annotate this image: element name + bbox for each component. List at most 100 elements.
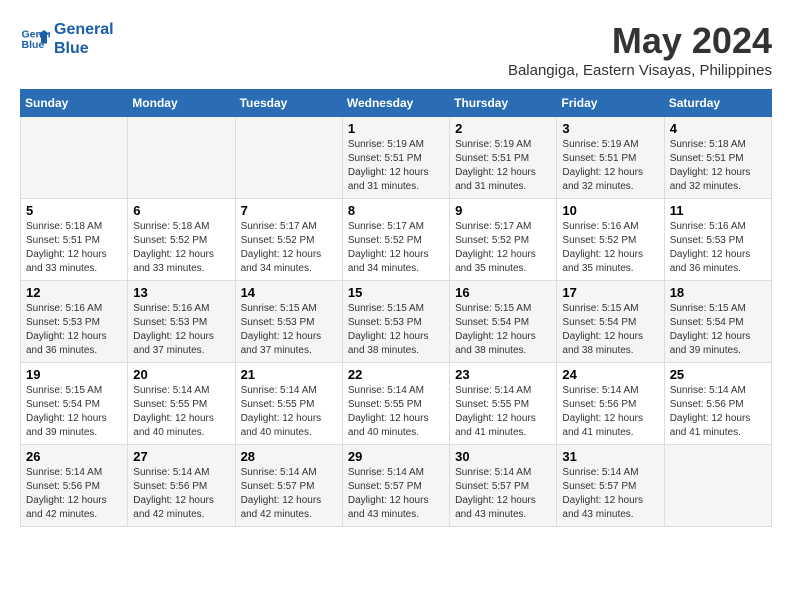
month-title: May 2024: [508, 20, 772, 62]
day-number: 15: [348, 285, 444, 300]
day-number: 28: [241, 449, 337, 464]
calendar-cell: 4Sunrise: 5:18 AMSunset: 5:51 PMDaylight…: [664, 117, 771, 199]
calendar-week-3: 12 Sunrise: 5:16 AMSunset: 5:53 PMDayligh…: [21, 281, 772, 363]
day-info: Sunrise: 5:14 AMSunset: 5:56 PMDaylight:…: [670, 384, 766, 440]
title-area: May 2024 Balangiga, Eastern Visayas, Phi…: [508, 20, 772, 79]
column-header-tuesday: Tuesday: [235, 90, 342, 117]
calendar-cell: 1Sunrise: 5:19 AMSunset: 5:51 PMDaylight…: [342, 117, 449, 199]
day-number: 14: [241, 285, 337, 300]
calendar-cell: 26 Sunrise: 5:14 AMSunset: 5:56 PMDayligh…: [21, 445, 128, 527]
day-info: Sunrise: 5:15 AMSunset: 5:53 PMDaylight:…: [241, 302, 337, 358]
day-number: 27: [133, 449, 229, 464]
day-number: 19: [26, 367, 122, 382]
calendar-cell: [21, 117, 128, 199]
day-info: Sunrise: 5:15 AMSunset: 5:53 PMDaylight:…: [348, 302, 444, 358]
calendar-week-1: 1Sunrise: 5:19 AMSunset: 5:51 PMDaylight…: [21, 117, 772, 199]
column-header-wednesday: Wednesday: [342, 90, 449, 117]
calendar-cell: 5 Sunrise: 5:18 AMSunset: 5:51 PMDaylight…: [21, 199, 128, 281]
day-number: 29: [348, 449, 444, 464]
calendar-cell: 12 Sunrise: 5:16 AMSunset: 5:53 PMDayligh…: [21, 281, 128, 363]
column-header-friday: Friday: [557, 90, 664, 117]
day-number: 7: [241, 203, 337, 218]
day-info: Sunrise: 5:15 AMSunset: 5:54 PMDaylight:…: [562, 302, 658, 358]
location-subtitle: Balangiga, Eastern Visayas, Philippines: [508, 62, 772, 79]
day-info: Sunrise: 5:14 AMSunset: 5:56 PMDaylight:…: [26, 466, 122, 522]
calendar-cell: 7 Sunrise: 5:17 AMSunset: 5:52 PMDaylight…: [235, 199, 342, 281]
day-number: 11: [670, 203, 766, 218]
day-info: Sunrise: 5:14 AMSunset: 5:57 PMDaylight:…: [455, 466, 551, 522]
day-number: 18: [670, 285, 766, 300]
calendar-week-2: 5 Sunrise: 5:18 AMSunset: 5:51 PMDaylight…: [21, 199, 772, 281]
calendar-cell: 16 Sunrise: 5:15 AMSunset: 5:54 PMDayligh…: [450, 281, 557, 363]
calendar-cell: 30 Sunrise: 5:14 AMSunset: 5:57 PMDayligh…: [450, 445, 557, 527]
calendar-cell: 23Sunrise: 5:14 AMSunset: 5:55 PMDayligh…: [450, 363, 557, 445]
day-number: 31: [562, 449, 658, 464]
calendar-cell: 18Sunrise: 5:15 AMSunset: 5:54 PMDayligh…: [664, 281, 771, 363]
calendar-cell: 14 Sunrise: 5:15 AMSunset: 5:53 PMDayligh…: [235, 281, 342, 363]
day-info: Sunrise: 5:14 AMSunset: 5:56 PMDaylight:…: [562, 384, 658, 440]
calendar-cell: 2Sunrise: 5:19 AMSunset: 5:51 PMDaylight…: [450, 117, 557, 199]
column-header-thursday: Thursday: [450, 90, 557, 117]
day-number: 6: [133, 203, 229, 218]
day-number: 21: [241, 367, 337, 382]
logo: General Blue General Blue: [20, 20, 114, 58]
day-number: 16: [455, 285, 551, 300]
logo-text-blue: Blue: [54, 39, 114, 58]
column-header-sunday: Sunday: [21, 90, 128, 117]
calendar-cell: 25 Sunrise: 5:14 AMSunset: 5:56 PMDayligh…: [664, 363, 771, 445]
day-number: 20: [133, 367, 229, 382]
day-number: 8: [348, 203, 444, 218]
calendar-cell: 13 Sunrise: 5:16 AMSunset: 5:53 PMDayligh…: [128, 281, 235, 363]
page-header: General Blue General Blue May 2024 Balan…: [20, 20, 772, 79]
day-number: 30: [455, 449, 551, 464]
day-info: Sunrise: 5:14 AMSunset: 5:55 PMDaylight:…: [348, 384, 444, 440]
calendar-week-4: 19Sunrise: 5:15 AMSunset: 5:54 PMDayligh…: [21, 363, 772, 445]
day-info: Sunrise: 5:18 AMSunset: 5:51 PMDaylight:…: [26, 220, 122, 276]
calendar-cell: 22 Sunrise: 5:14 AMSunset: 5:55 PMDayligh…: [342, 363, 449, 445]
calendar-cell: 3Sunrise: 5:19 AMSunset: 5:51 PMDaylight…: [557, 117, 664, 199]
calendar-cell: 10Sunrise: 5:16 AMSunset: 5:52 PMDayligh…: [557, 199, 664, 281]
day-info: Sunrise: 5:14 AMSunset: 5:57 PMDaylight:…: [241, 466, 337, 522]
day-info: Sunrise: 5:14 AMSunset: 5:57 PMDaylight:…: [348, 466, 444, 522]
day-number: 23: [455, 367, 551, 382]
day-info: Sunrise: 5:15 AMSunset: 5:54 PMDaylight:…: [455, 302, 551, 358]
day-info: Sunrise: 5:16 AMSunset: 5:53 PMDaylight:…: [26, 302, 122, 358]
calendar-table: SundayMondayTuesdayWednesdayThursdayFrid…: [20, 89, 772, 527]
day-info: Sunrise: 5:14 AMSunset: 5:55 PMDaylight:…: [241, 384, 337, 440]
calendar-cell: 24 Sunrise: 5:14 AMSunset: 5:56 PMDayligh…: [557, 363, 664, 445]
calendar-cell: 21 Sunrise: 5:14 AMSunset: 5:55 PMDayligh…: [235, 363, 342, 445]
calendar-cell: 9Sunrise: 5:17 AMSunset: 5:52 PMDaylight…: [450, 199, 557, 281]
calendar-cell: 17 Sunrise: 5:15 AMSunset: 5:54 PMDayligh…: [557, 281, 664, 363]
calendar-cell: [128, 117, 235, 199]
day-number: 4: [670, 121, 766, 136]
day-number: 17: [562, 285, 658, 300]
day-info: Sunrise: 5:16 AMSunset: 5:52 PMDaylight:…: [562, 220, 658, 276]
day-info: Sunrise: 5:16 AMSunset: 5:53 PMDaylight:…: [133, 302, 229, 358]
calendar-cell: 6Sunrise: 5:18 AMSunset: 5:52 PMDaylight…: [128, 199, 235, 281]
calendar-cell: 28 Sunrise: 5:14 AMSunset: 5:57 PMDayligh…: [235, 445, 342, 527]
day-number: 24: [562, 367, 658, 382]
calendar-cell: 27 Sunrise: 5:14 AMSunset: 5:56 PMDayligh…: [128, 445, 235, 527]
day-info: Sunrise: 5:16 AMSunset: 5:53 PMDaylight:…: [670, 220, 766, 276]
column-header-monday: Monday: [128, 90, 235, 117]
calendar-week-5: 26 Sunrise: 5:14 AMSunset: 5:56 PMDayligh…: [21, 445, 772, 527]
logo-text-general: General: [54, 20, 114, 39]
day-number: 1: [348, 121, 444, 136]
day-number: 22: [348, 367, 444, 382]
logo-icon: General Blue: [20, 24, 50, 54]
day-info: Sunrise: 5:14 AMSunset: 5:55 PMDaylight:…: [133, 384, 229, 440]
day-number: 26: [26, 449, 122, 464]
calendar-cell: [664, 445, 771, 527]
day-number: 25: [670, 367, 766, 382]
day-info: Sunrise: 5:14 AMSunset: 5:56 PMDaylight:…: [133, 466, 229, 522]
day-info: Sunrise: 5:17 AMSunset: 5:52 PMDaylight:…: [455, 220, 551, 276]
day-info: Sunrise: 5:14 AMSunset: 5:57 PMDaylight:…: [562, 466, 658, 522]
day-number: 5: [26, 203, 122, 218]
day-number: 12: [26, 285, 122, 300]
calendar-header-row: SundayMondayTuesdayWednesdayThursdayFrid…: [21, 90, 772, 117]
calendar-cell: 20 Sunrise: 5:14 AMSunset: 5:55 PMDayligh…: [128, 363, 235, 445]
day-number: 13: [133, 285, 229, 300]
day-info: Sunrise: 5:17 AMSunset: 5:52 PMDaylight:…: [241, 220, 337, 276]
day-info: Sunrise: 5:17 AMSunset: 5:52 PMDaylight:…: [348, 220, 444, 276]
svg-text:Blue: Blue: [22, 39, 45, 51]
